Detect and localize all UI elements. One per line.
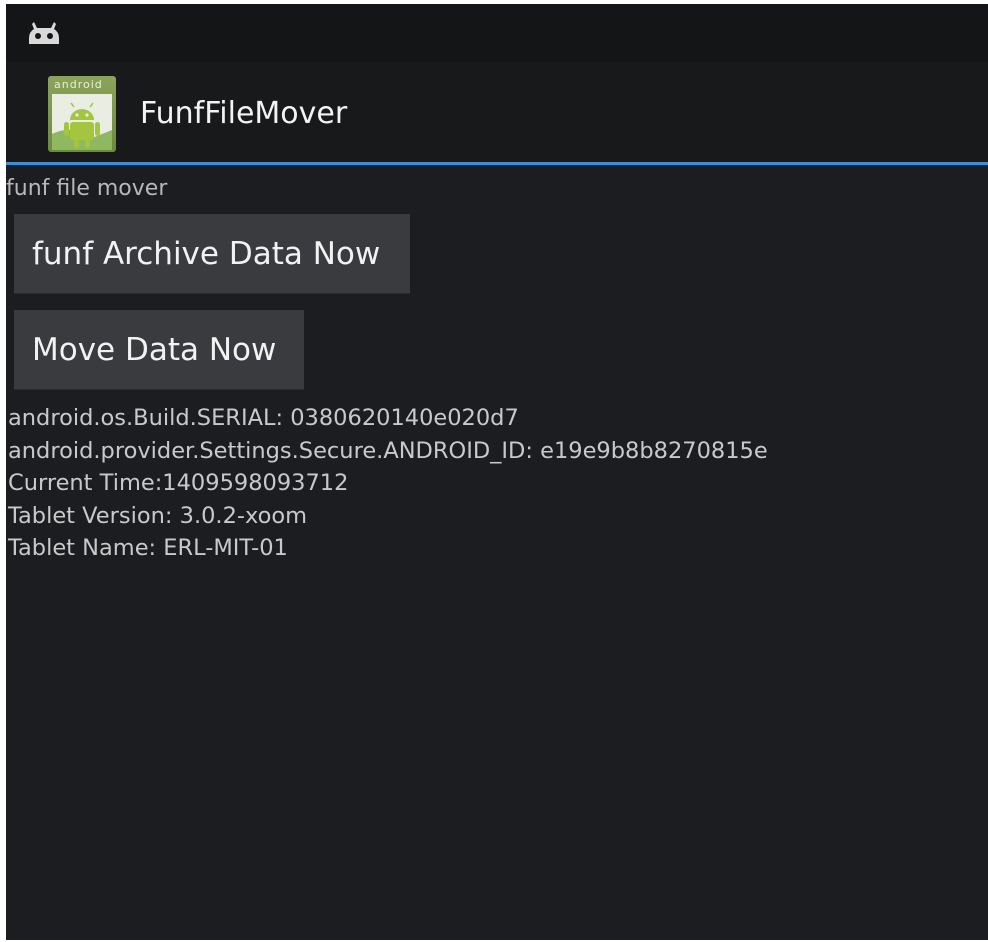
device-info-list: android.os.Build.SERIAL: 0380620140e020d… [8,402,768,565]
status-bar [6,4,988,62]
tablet-name-text: Tablet Name: ERL-MIT-01 [8,535,288,561]
current-time-text: Current Time:1409598093712 [8,470,349,496]
tablet-version-text: Tablet Version: 3.0.2-xoom [8,502,308,529]
cyanogenmod-icon [29,22,59,44]
action-bar: android FunfFileMover [6,62,988,164]
archive-data-button[interactable]: funf Archive Data Now [14,214,410,294]
android-robot-icon [52,102,112,150]
android-id-text: android.provider.Settings.Secure.ANDROID… [8,437,768,464]
move-data-button[interactable]: Move Data Now [14,310,304,390]
device-serial-text: android.os.Build.SERIAL: 0380620140e020d… [8,405,519,431]
android-app-icon[interactable]: android [48,76,116,152]
app-title: FunfFileMover [140,96,348,131]
action-bar-divider [6,162,988,165]
device-screen: android FunfFileMover funf file mover fu… [6,4,988,940]
app-icon-page [52,94,112,150]
app-icon-text: android [54,78,103,91]
activity-subtitle: funf file mover [6,176,168,201]
